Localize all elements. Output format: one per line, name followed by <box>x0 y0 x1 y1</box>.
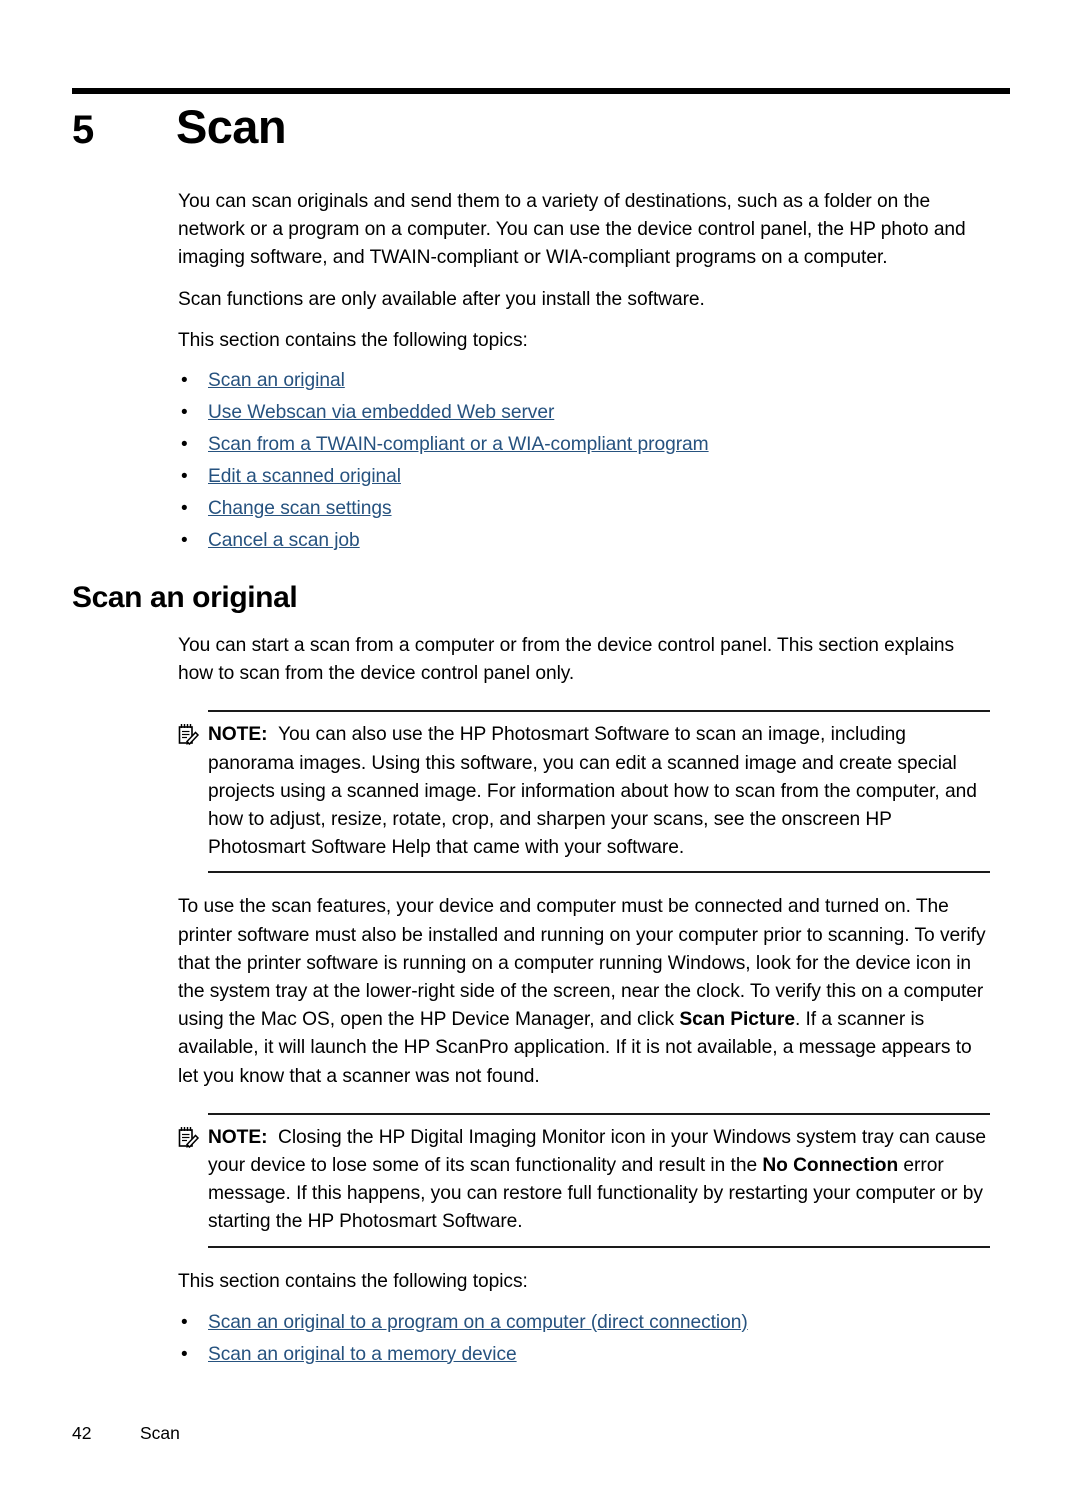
intro-content: You can scan originals and send them to … <box>178 188 990 558</box>
chapter-top-rule <box>72 88 1010 94</box>
page-title: Scan an original <box>72 581 298 614</box>
note-bottom-rule <box>208 871 990 874</box>
topic-link-use-webscan[interactable]: Use Webscan via embedded Web server <box>208 402 554 423</box>
chapter-number: 5 <box>72 108 94 152</box>
topic-link-change-scan-settings[interactable]: Change scan settings <box>208 498 392 519</box>
bullet-icon: • <box>181 466 188 488</box>
topic-link-edit-a-scanned-original[interactable]: Edit a scanned original <box>208 466 401 487</box>
section-content: You can start a scan from a computer or … <box>178 632 990 1372</box>
section-link-scan-to-memory-device[interactable]: Scan an original to a memory device <box>208 1344 517 1365</box>
topic-link-cancel-a-scan-job[interactable]: Cancel a scan job <box>208 530 360 551</box>
note-content: NOTE: Closing the HP Digital Imaging Moni… <box>178 1115 990 1246</box>
section-paragraph-2: To use the scan features, your device an… <box>178 893 990 1090</box>
list-item: • Scan an original to a program on a com… <box>178 1308 990 1338</box>
chapter-header: 5 Scan <box>72 98 1010 157</box>
note-box-photosmart: NOTE: You can also use the HP Photosmart … <box>178 710 990 874</box>
list-item: • Edit a scanned original <box>178 462 990 492</box>
intro-paragraph-3: This section contains the following topi… <box>178 329 528 351</box>
bullet-icon: • <box>181 530 188 552</box>
list-item: • Cancel a scan job <box>178 526 990 556</box>
footer-page-number: 42 <box>72 1423 92 1443</box>
chapter-title: Scan <box>176 100 287 153</box>
bullet-icon: • <box>181 402 188 424</box>
section-link-scan-to-program[interactable]: Scan an original to a program on a compu… <box>208 1312 748 1333</box>
scan-picture-emphasis: Scan Picture <box>679 1009 795 1031</box>
section-paragraph-3: This section contains the following topi… <box>178 1270 528 1292</box>
note-label: NOTE: <box>208 724 268 746</box>
footer-chapter-title: Scan <box>140 1423 180 1443</box>
section-paragraph-1: You can start a scan from a computer or … <box>178 635 955 685</box>
bullet-icon: • <box>181 1343 188 1365</box>
document-page: 5 Scan You can scan originals and send t… <box>0 0 1080 1495</box>
topic-link-list: • Scan an original • Use Webscan via emb… <box>178 366 990 556</box>
bullet-icon: • <box>181 498 188 520</box>
note-pencil-icon <box>178 723 200 746</box>
topic-link-scan-an-original[interactable]: Scan an original <box>208 370 345 391</box>
list-item: • Use Webscan via embedded Web server <box>178 398 990 428</box>
bullet-icon: • <box>181 1311 188 1333</box>
section-link-list: • Scan an original to a program on a com… <box>178 1308 990 1370</box>
no-connection-emphasis: No Connection <box>762 1155 899 1177</box>
list-item: • Scan from a TWAIN-compliant or a WIA-c… <box>178 430 990 460</box>
bullet-icon: • <box>181 434 188 456</box>
list-item: • Change scan settings <box>178 494 990 524</box>
intro-paragraph-2: Scan functions are only available after … <box>178 288 705 310</box>
page-footer: 42 Scan <box>72 1422 972 1444</box>
list-item: • Scan an original to a memory device <box>178 1340 990 1370</box>
note-text: You can also use the HP Photosmart Softw… <box>208 724 977 859</box>
note-label: NOTE: <box>208 1126 268 1148</box>
list-item: • Scan an original <box>178 366 990 396</box>
note-box-digital-imaging-monitor: NOTE: Closing the HP Digital Imaging Moni… <box>178 1112 990 1248</box>
note-pencil-icon <box>178 1126 200 1148</box>
intro-paragraph-1: You can scan originals and send them to … <box>178 191 966 269</box>
topic-link-scan-from-twain[interactable]: Scan from a TWAIN-compliant or a WIA-com… <box>208 434 709 455</box>
note-bottom-rule <box>208 1245 990 1248</box>
note-content: NOTE: You can also use the HP Photosmart … <box>178 712 990 871</box>
bullet-icon: • <box>181 370 188 392</box>
